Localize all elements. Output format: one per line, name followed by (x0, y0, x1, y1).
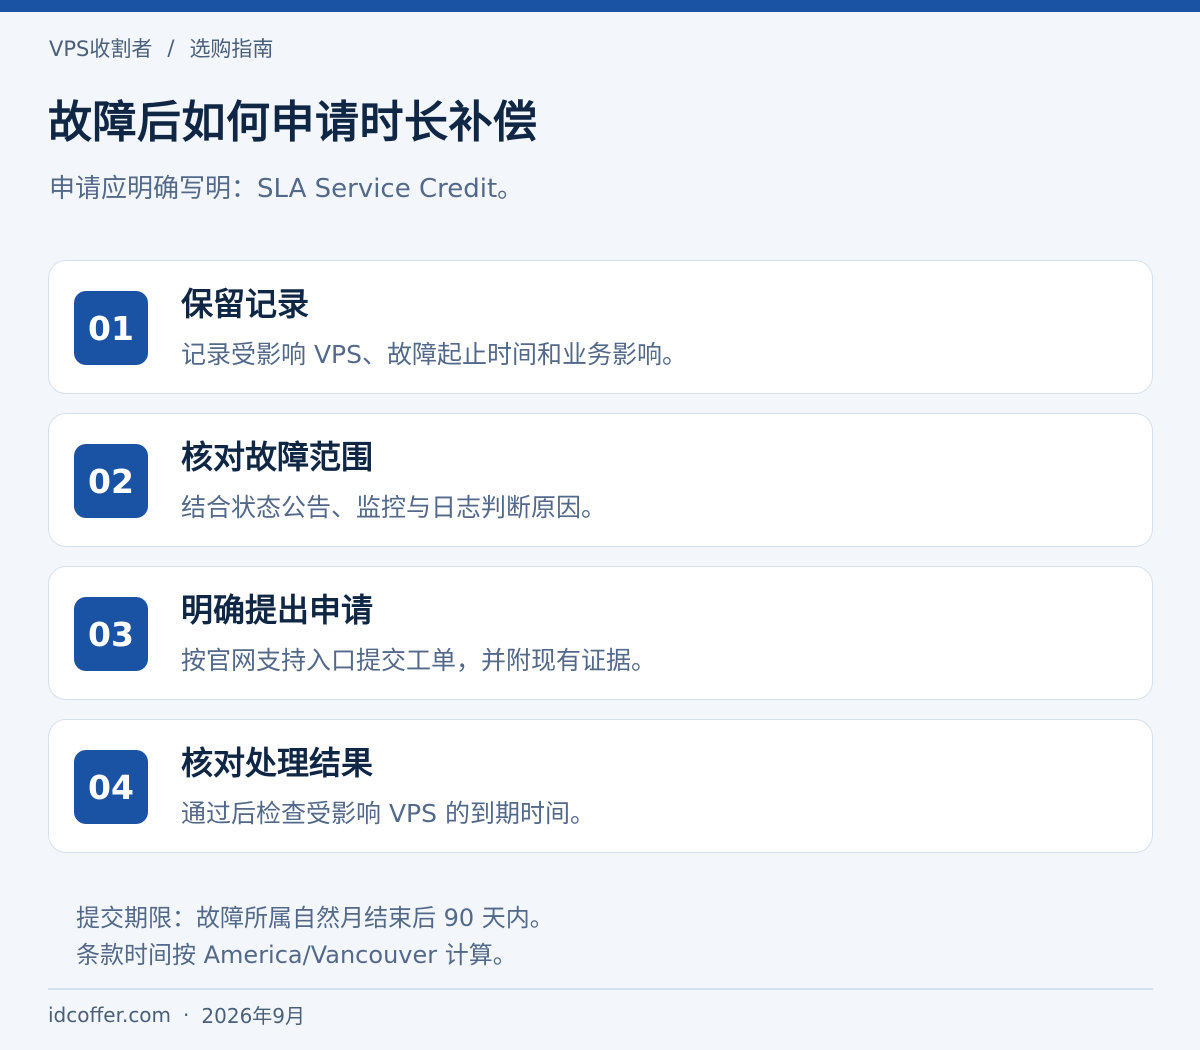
step-card-2: 02 核对故障范围 结合状态公告、监控与日志判断原因。 (48, 413, 1153, 547)
footer: idcoffer.com · 2026年9月 (48, 1000, 305, 1029)
notes-block: 提交期限：故障所属自然月结束后 90 天内。 条款时间按 America/Van… (76, 900, 554, 974)
step-description: 记录受影响 VPS、故障起止时间和业务影响。 (181, 340, 687, 369)
footer-separator: · (183, 1002, 190, 1027)
step-number-badge: 01 (74, 291, 148, 365)
page-title: 故障后如何申请时长补偿 (48, 97, 538, 148)
step-card-3: 03 明确提出申请 按官网支持入口提交工单，并附现有证据。 (48, 566, 1153, 700)
breadcrumb-separator: / (167, 36, 175, 60)
step-title: 核对故障范围 (181, 438, 374, 476)
note-deadline: 提交期限：故障所属自然月结束后 90 天内。 (76, 904, 554, 932)
footer-site-link[interactable]: idcoffer.com (48, 1003, 171, 1027)
step-number-badge: 04 (74, 750, 148, 824)
step-title: 核对处理结果 (181, 744, 374, 782)
note-timezone: 条款时间按 America/Vancouver 计算。 (76, 941, 517, 969)
breadcrumb-current[interactable]: 选购指南 (189, 33, 273, 63)
page-subtitle: 申请应明确写明：SLA Service Credit。 (49, 174, 524, 204)
step-title: 保留记录 (181, 285, 310, 323)
step-title: 明确提出申请 (181, 591, 374, 629)
step-number-badge: 03 (74, 597, 148, 671)
breadcrumb: VPS收割者 / 选购指南 (49, 33, 273, 63)
step-description: 结合状态公告、监控与日志判断原因。 (181, 493, 607, 522)
steps-list: 01 保留记录 记录受影响 VPS、故障起止时间和业务影响。 02 核对故障范围… (48, 260, 1153, 872)
footer-divider (48, 988, 1153, 990)
step-card-4: 04 核对处理结果 通过后检查受影响 VPS 的到期时间。 (48, 719, 1153, 853)
step-description: 通过后检查受影响 VPS 的到期时间。 (181, 799, 595, 828)
step-number-badge: 02 (74, 444, 148, 518)
footer-date: 2026年9月 (201, 1004, 306, 1028)
top-accent-bar (0, 0, 1200, 12)
step-description: 按官网支持入口提交工单，并附现有证据。 (181, 646, 657, 675)
step-card-1: 01 保留记录 记录受影响 VPS、故障起止时间和业务影响。 (48, 260, 1153, 394)
breadcrumb-home-link[interactable]: VPS收割者 (49, 33, 152, 63)
